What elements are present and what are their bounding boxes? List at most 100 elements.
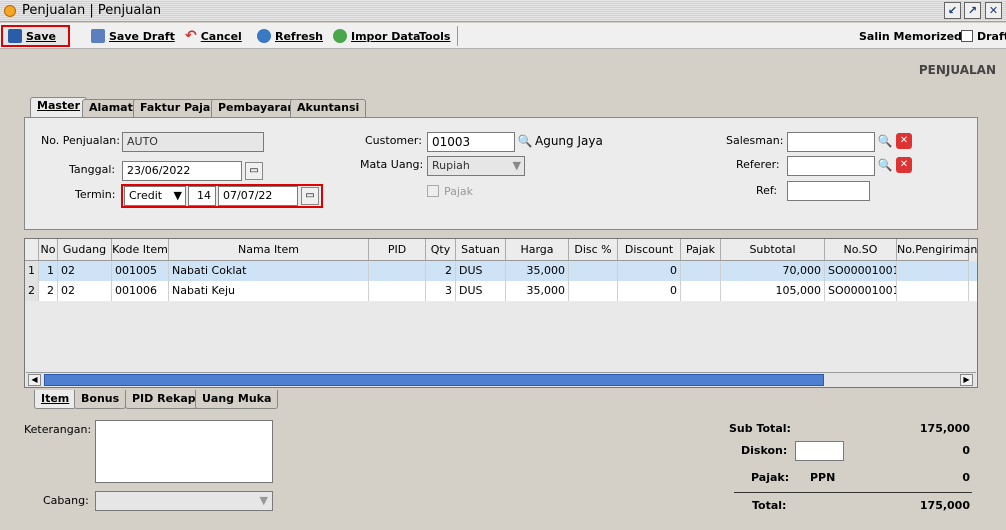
salesman-clear-icon[interactable]: ✕ bbox=[896, 133, 912, 149]
cell-pajak[interactable] bbox=[681, 281, 721, 301]
cell-satuan[interactable]: DUS bbox=[456, 261, 506, 281]
cell-no[interactable]: 1 bbox=[39, 261, 58, 281]
cell-gudang[interactable]: 02 bbox=[58, 281, 112, 301]
mata-uang-select[interactable]: Rupiah ▼ bbox=[427, 156, 525, 176]
cell-subtotal[interactable]: 105,000 bbox=[721, 281, 825, 301]
pajak-type: PPN bbox=[810, 471, 836, 484]
cell-pajak[interactable] bbox=[681, 261, 721, 281]
cell-disc-pct[interactable] bbox=[569, 261, 618, 281]
horizontal-scrollbar[interactable]: ◀ ▶ bbox=[26, 372, 976, 387]
referer-clear-icon[interactable]: ✕ bbox=[896, 157, 912, 173]
sub-total-value: 175,000 bbox=[919, 422, 970, 435]
tab-akuntansi[interactable]: Akuntansi bbox=[290, 99, 367, 117]
cell-no-pengiriman[interactable] bbox=[897, 261, 969, 281]
cabang-label: Cabang: bbox=[43, 494, 89, 507]
col-header-subtotal[interactable]: Subtotal bbox=[721, 239, 825, 261]
refresh-button[interactable]: Refresh bbox=[252, 25, 328, 47]
col-header-kode-item[interactable]: Kode Item bbox=[112, 239, 169, 261]
tab-pid-rekap[interactable]: PID Rekap bbox=[125, 390, 203, 409]
pajak-checkbox[interactable] bbox=[427, 185, 439, 197]
tools-button[interactable]: Tools bbox=[414, 25, 455, 47]
cell-pid[interactable] bbox=[369, 261, 426, 281]
tab-alamat[interactable]: Alamat bbox=[82, 99, 140, 117]
cell-harga[interactable]: 35,000 bbox=[506, 261, 569, 281]
keterangan-textarea[interactable] bbox=[95, 420, 273, 483]
col-header-no-so[interactable]: No.SO bbox=[825, 239, 897, 261]
cell-no[interactable]: 2 bbox=[39, 281, 58, 301]
tab-bonus[interactable]: Bonus bbox=[74, 390, 127, 409]
total-divider bbox=[734, 492, 972, 493]
tab-master[interactable]: Master bbox=[30, 97, 88, 117]
refresh-icon bbox=[257, 29, 271, 43]
col-header-nama-item[interactable]: Nama Item bbox=[169, 239, 369, 261]
cell-no-pengiriman[interactable] bbox=[897, 281, 969, 301]
row-index: 2 bbox=[25, 281, 39, 301]
customer-search-icon[interactable]: 🔍 bbox=[517, 133, 533, 149]
salesman-search-icon[interactable]: 🔍 bbox=[877, 133, 893, 149]
cell-no-so[interactable]: SO00001001 bbox=[825, 261, 897, 281]
title-bar: Penjualan | Penjualan ↙ ↗ ✕ bbox=[0, 0, 1006, 22]
tab-item[interactable]: Item bbox=[34, 390, 77, 409]
cabang-select[interactable]: ▼ bbox=[95, 491, 273, 511]
scroll-thumb[interactable] bbox=[44, 374, 824, 386]
customer-label: Customer: bbox=[365, 134, 422, 147]
referer-search-icon[interactable]: 🔍 bbox=[877, 157, 893, 173]
no-penjualan-field: AUTO bbox=[122, 132, 264, 152]
col-header-pid[interactable]: PID bbox=[369, 239, 426, 261]
cell-harga[interactable]: 35,000 bbox=[506, 281, 569, 301]
calendar-icon[interactable]: ▭ bbox=[245, 162, 263, 180]
cell-kode-item[interactable]: 001006 bbox=[112, 281, 169, 301]
col-header-harga[interactable]: Harga bbox=[506, 239, 569, 261]
col-header-disc-pct[interactable]: Disc % bbox=[569, 239, 618, 261]
col-header-discount[interactable]: Discount bbox=[618, 239, 681, 261]
salin-memorized-button[interactable]: Salin Memorized bbox=[854, 25, 967, 47]
draft-checkbox[interactable] bbox=[961, 30, 973, 42]
save-draft-button[interactable]: Save Draft bbox=[86, 25, 180, 47]
cell-discount[interactable]: 0 bbox=[618, 281, 681, 301]
cell-pid[interactable] bbox=[369, 281, 426, 301]
diskon-field[interactable] bbox=[795, 441, 844, 461]
col-header-qty[interactable]: Qty bbox=[426, 239, 456, 261]
grid-corner bbox=[25, 239, 39, 261]
cell-discount[interactable]: 0 bbox=[618, 261, 681, 281]
tanggal-field[interactable]: 23/06/2022 bbox=[122, 161, 242, 181]
cell-subtotal[interactable]: 70,000 bbox=[721, 261, 825, 281]
draft-toggle[interactable]: Draft bbox=[956, 25, 1006, 47]
impor-data-button[interactable]: Impor Data bbox=[328, 25, 425, 47]
cell-qty[interactable]: 2 bbox=[426, 261, 456, 281]
close-icon[interactable]: ✕ bbox=[985, 2, 1002, 19]
save-button[interactable]: Save bbox=[1, 25, 70, 47]
termin-days-field[interactable]: 14 bbox=[188, 186, 216, 206]
scroll-right-icon[interactable]: ▶ bbox=[960, 374, 973, 386]
col-header-gudang[interactable]: Gudang bbox=[58, 239, 112, 261]
cell-satuan[interactable]: DUS bbox=[456, 281, 506, 301]
scroll-left-icon[interactable]: ◀ bbox=[28, 374, 41, 386]
cell-kode-item[interactable]: 001005 bbox=[112, 261, 169, 281]
cell-gudang[interactable]: 02 bbox=[58, 261, 112, 281]
referer-field[interactable] bbox=[787, 156, 875, 176]
col-header-no-pengiriman[interactable]: No.Pengiriman bbox=[897, 239, 977, 261]
cell-disc-pct[interactable] bbox=[569, 281, 618, 301]
termin-type-select[interactable]: Credit ▼ bbox=[124, 186, 186, 206]
salesman-field[interactable] bbox=[787, 132, 875, 152]
cell-no-so[interactable]: SO00001001 bbox=[825, 281, 897, 301]
ref-field[interactable] bbox=[787, 181, 870, 201]
no-penjualan-label: No. Penjualan: bbox=[41, 134, 120, 147]
mata-uang-label: Mata Uang: bbox=[360, 158, 424, 171]
customer-code-field[interactable]: 01003 bbox=[427, 132, 515, 152]
col-header-no[interactable]: No bbox=[39, 239, 58, 261]
cell-qty[interactable]: 3 bbox=[426, 281, 456, 301]
maximize-icon[interactable]: ↗ bbox=[964, 2, 981, 19]
tab-pembayaran[interactable]: Pembayaran bbox=[211, 99, 303, 117]
table-row[interactable]: 1 1 02 001005 Nabati Coklat 2 DUS 35,000… bbox=[25, 261, 977, 281]
table-row[interactable]: 2 2 02 001006 Nabati Keju 3 DUS 35,000 0… bbox=[25, 281, 977, 301]
cell-nama-item[interactable]: Nabati Keju bbox=[169, 281, 369, 301]
col-header-satuan[interactable]: Satuan bbox=[456, 239, 506, 261]
cancel-button[interactable]: ↶ Cancel bbox=[180, 25, 247, 47]
col-header-pajak[interactable]: Pajak bbox=[681, 239, 721, 261]
tab-uang-muka[interactable]: Uang Muka bbox=[195, 390, 279, 409]
cell-nama-item[interactable]: Nabati Coklat bbox=[169, 261, 369, 281]
minimize-icon[interactable]: ↙ bbox=[944, 2, 961, 19]
termin-calendar-icon[interactable]: ▭ bbox=[301, 187, 319, 205]
termin-date-field[interactable]: 07/07/22 bbox=[218, 186, 298, 206]
